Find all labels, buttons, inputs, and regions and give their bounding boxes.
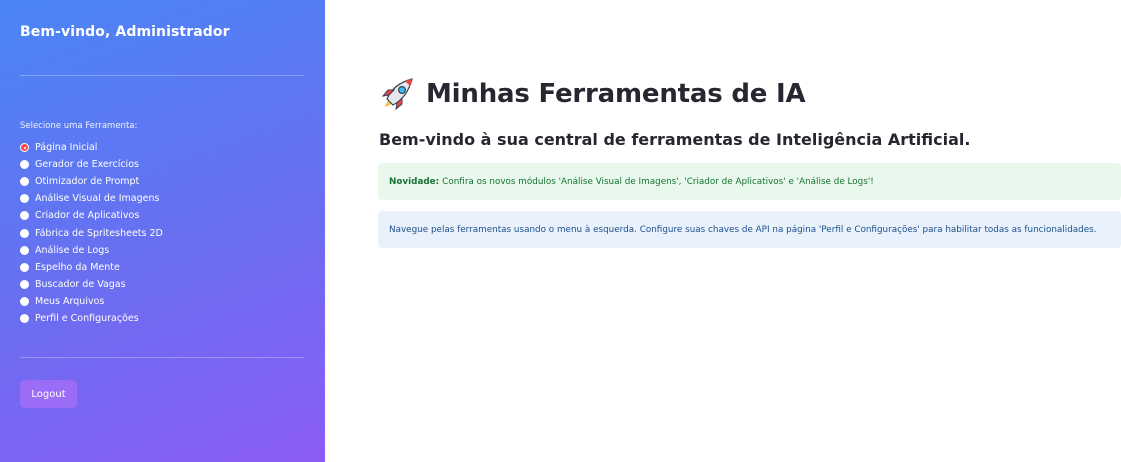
radio-option-label: Meus Arquivos (35, 295, 105, 307)
radio-option-label: Espelho da Mente (35, 261, 120, 273)
radio-option-analise-visual-de-imagens[interactable]: Análise Visual de Imagens (20, 190, 163, 207)
info-alert-text: Navegue pelas ferramentas usando o menu … (389, 224, 1097, 235)
radio-unselected-icon[interactable] (20, 262, 29, 272)
radio-unselected-icon[interactable] (20, 279, 29, 289)
radio-unselected-icon[interactable] (20, 160, 29, 170)
radio-option-label: Fábrica de Spritesheets 2D (35, 227, 163, 239)
radio-unselected-icon[interactable] (20, 245, 29, 255)
radio-unselected-icon[interactable] (20, 211, 29, 221)
radio-option-fabrica-de-spritesheets[interactable]: Fábrica de Spritesheets 2D (20, 224, 163, 241)
logout-button[interactable]: Logout (20, 380, 77, 408)
app-window: Bem-vindo, Administrador Selecione uma F… (0, 0, 1121, 462)
rocket-icon (381, 78, 413, 111)
radio-unselected-icon[interactable] (20, 194, 29, 204)
radio-option-otimizador-de-prompt[interactable]: Otimizador de Prompt (20, 173, 163, 190)
info-alert: Navegue pelas ferramentas usando o menu … (378, 211, 1121, 248)
radio-option-label: Análise Visual de Imagens (35, 193, 160, 205)
page-title: Minhas Ferramentas de IA (426, 79, 806, 109)
radio-option-analise-de-logs[interactable]: Análise de Logs (20, 242, 163, 259)
sidebar-divider-bottom (20, 357, 304, 358)
radio-option-label: Criador de Aplicativos (35, 210, 140, 222)
success-alert-strong: Novidade: (389, 176, 440, 187)
radio-unselected-icon[interactable] (20, 296, 29, 306)
radio-option-pagina-inicial[interactable]: Página Inicial (20, 139, 163, 156)
radio-option-meus-arquivos[interactable]: Meus Arquivos (20, 293, 163, 310)
page-subtitle: Bem-vindo à sua central de ferramentas d… (379, 130, 971, 149)
radio-option-perfil-e-configuracoes[interactable]: Perfil e Configurações (20, 310, 163, 327)
radio-unselected-icon[interactable] (20, 313, 29, 323)
sidebar-divider-top (20, 75, 304, 76)
tool-radio-group-label: Selecione uma Ferramenta: (20, 121, 138, 131)
radio-unselected-icon[interactable] (20, 177, 29, 187)
radio-unselected-icon[interactable] (20, 228, 29, 238)
radio-option-label: Página Inicial (35, 142, 98, 154)
radio-option-criador-de-aplicativos[interactable]: Criador de Aplicativos (20, 207, 163, 224)
radio-option-buscador-de-vagas[interactable]: Buscador de Vagas (20, 276, 163, 293)
tool-radio-group: Página Inicial Gerador de Exercícios Oti… (20, 139, 163, 327)
success-alert-text: Confira os novos módulos 'Análise Visual… (442, 176, 874, 187)
main-content: Minhas Ferramentas de IA Bem-vindo à sua… (325, 0, 1121, 462)
radio-option-label: Otimizador de Prompt (35, 176, 140, 188)
radio-option-gerador-de-exercicios[interactable]: Gerador de Exercícios (20, 156, 163, 173)
radio-option-label: Gerador de Exercícios (35, 159, 139, 171)
sidebar: Bem-vindo, Administrador Selecione uma F… (0, 0, 325, 462)
success-alert: Novidade: Confira os novos módulos 'Anál… (378, 163, 1121, 200)
radio-option-label: Perfil e Configurações (35, 312, 139, 324)
sidebar-welcome-text: Bem-vindo, Administrador (20, 24, 230, 40)
radio-option-espelho-da-mente[interactable]: Espelho da Mente (20, 259, 163, 276)
radio-option-label: Análise de Logs (35, 244, 110, 256)
radio-selected-icon[interactable] (20, 143, 29, 153)
radio-option-label: Buscador de Vagas (35, 278, 126, 290)
page-header: Minhas Ferramentas de IA (379, 75, 806, 113)
